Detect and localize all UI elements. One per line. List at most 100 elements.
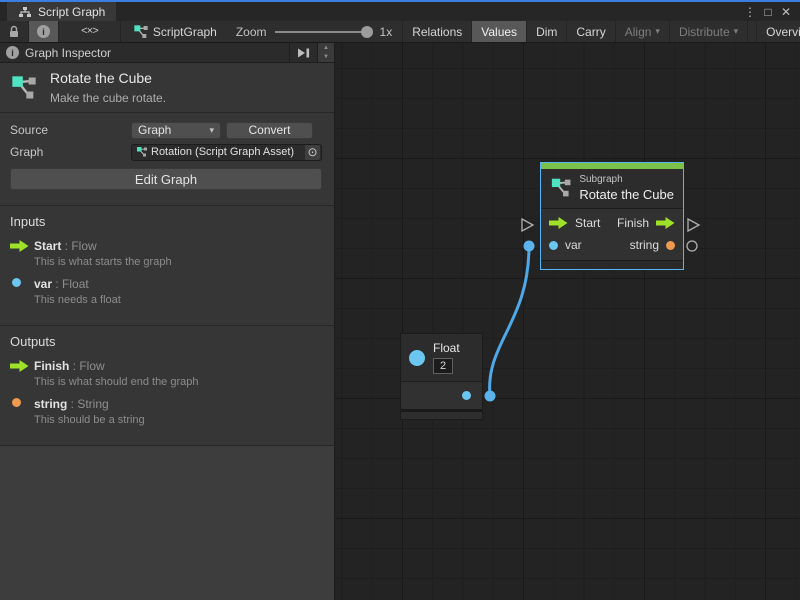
carry-label: Carry [576, 25, 605, 39]
float-node-header[interactable]: Float [401, 334, 482, 381]
port-row-string: string : String This should be a string [10, 397, 324, 426]
flow-arrow-icon [10, 360, 29, 372]
zoom-value: 1x [380, 25, 393, 39]
distribute-label: Distribute [679, 25, 730, 39]
inspector-empty-area [0, 446, 334, 600]
subgraph-finish-external-port[interactable] [688, 219, 699, 231]
graph-summary: Make the cube rotate. [50, 91, 166, 105]
subgraph-icon [133, 24, 149, 40]
graph-name: ScriptGraph [153, 25, 217, 39]
inspector-toggle-button[interactable]: i [29, 21, 59, 42]
close-icon[interactable]: ✕ [778, 5, 794, 19]
scroll-up-icon[interactable]: ▲ [318, 43, 334, 53]
carry-button[interactable]: Carry [567, 21, 615, 42]
port-type: : Flow [61, 239, 96, 253]
zoom-slider-track [275, 31, 372, 33]
connections-layer [335, 43, 800, 600]
graph-toolbar: i <×> ScriptGraph Zoom 1x Relations [0, 21, 800, 43]
float-port-icon [549, 241, 558, 250]
align-label: Align [625, 25, 652, 39]
port-finish[interactable]: Finish [617, 216, 675, 230]
wire-float-to-var[interactable] [490, 246, 529, 396]
port-description: This should be a string [34, 414, 145, 426]
source-select[interactable]: Graph ▾ [131, 122, 221, 139]
scroll-down-icon[interactable]: ▼ [318, 53, 334, 63]
overview-label: Overview [766, 25, 800, 39]
dock-icon [296, 47, 311, 59]
float-type-icon [409, 350, 425, 366]
graph-asset-field[interactable]: Rotation (Script Graph Asset) ⊙ [131, 144, 322, 161]
subgraph-node[interactable]: Subgraph Rotate the Cube Start Finish [540, 162, 684, 270]
graph-breadcrumb[interactable]: ScriptGraph [121, 21, 226, 42]
outputs-section: Outputs Finish : Flow This is what shoul… [0, 326, 334, 446]
port-type: : Flow [69, 359, 104, 373]
inputs-section: Inputs Start : Flow This is what starts … [0, 206, 334, 326]
port-description: This is what starts the graph [34, 256, 172, 268]
graph-inspector-header: i Graph Inspector ▲ ▼ [0, 43, 334, 63]
zoom-slider-handle[interactable] [361, 26, 373, 38]
port-description: This needs a float [34, 294, 121, 306]
relations-button[interactable]: Relations [403, 21, 472, 42]
string-port-icon [666, 241, 675, 250]
graph-summary-section: Rotate the Cube Make the cube rotate. [0, 63, 334, 113]
zoom-slider[interactable] [275, 21, 372, 43]
subgraph-node-header[interactable]: Subgraph Rotate the Cube [541, 169, 683, 208]
object-picker-icon[interactable]: ⊙ [305, 145, 320, 160]
flow-arrow-icon [549, 217, 568, 229]
chevron-down-icon: ▾ [734, 26, 739, 37]
unity-visual-scripting-window: Script Graph ⋮ □ ✕ i <×> [0, 0, 800, 600]
dock-panel-button[interactable] [289, 43, 317, 62]
graph-title: Rotate the Cube [50, 70, 166, 86]
dim-label: Dim [536, 25, 557, 39]
convert-button[interactable]: Convert [226, 122, 313, 139]
code-icon: <×> [81, 26, 98, 38]
hierarchy-icon [18, 6, 32, 18]
values-label: Values [481, 25, 517, 39]
port-label: var [565, 238, 582, 252]
edit-graph-label: Edit Graph [135, 172, 197, 187]
subgraph-icon [10, 74, 38, 102]
values-button[interactable]: Values [472, 21, 527, 42]
align-dropdown[interactable]: Align ▾ [616, 21, 670, 42]
float-output-port[interactable] [462, 391, 471, 400]
lock-button[interactable] [0, 21, 29, 42]
window-menu-icon[interactable]: ⋮ [742, 5, 758, 19]
port-var[interactable]: var [549, 238, 582, 252]
graph-canvas[interactable]: Subgraph Rotate the Cube Start Finish [335, 43, 800, 600]
chevron-down-icon: ▾ [655, 26, 660, 37]
source-label: Source [10, 123, 131, 137]
overview-button[interactable]: Overview [756, 21, 800, 42]
inputs-title: Inputs [10, 214, 324, 229]
port-start[interactable]: Start [549, 216, 600, 230]
port-string[interactable]: string [630, 238, 675, 252]
maximize-icon[interactable]: □ [760, 5, 776, 19]
float-output-external-port[interactable] [485, 391, 496, 402]
tab-script-graph[interactable]: Script Graph [7, 2, 116, 21]
zoom-label: Zoom [236, 25, 267, 39]
graph-inspector-panel: i Graph Inspector ▲ ▼ [0, 43, 335, 600]
dim-button[interactable]: Dim [527, 21, 567, 42]
subgraph-start-external-port[interactable] [522, 219, 533, 231]
node-title: Rotate the Cube [579, 187, 674, 202]
edit-graph-button[interactable]: Edit Graph [10, 168, 322, 190]
subgraph-string-external-port[interactable] [687, 241, 697, 251]
float-node-ports [401, 381, 482, 409]
subgraph-node-ports: Start Finish var string [541, 208, 683, 260]
subgraph-var-external-port[interactable] [524, 241, 535, 252]
node-type-tag: Subgraph [579, 174, 674, 185]
panel-scroll-spinner: ▲ ▼ [317, 43, 334, 62]
string-port-icon [12, 398, 21, 407]
info-icon: i [6, 46, 19, 59]
code-preview-button[interactable]: <×> [59, 21, 121, 42]
info-icon: i [37, 25, 50, 38]
distribute-dropdown[interactable]: Distribute ▾ [670, 21, 748, 42]
window-controls: ⋮ □ ✕ [742, 2, 800, 21]
outputs-title: Outputs [10, 334, 324, 349]
port-description: This is what should end the graph [34, 376, 199, 388]
port-name: string [34, 397, 67, 411]
port-name: var [34, 277, 52, 291]
flow-arrow-icon [10, 240, 29, 252]
float-value-input[interactable] [433, 358, 453, 374]
float-literal-node[interactable]: Float [400, 333, 483, 420]
subgraph-icon [136, 146, 148, 158]
